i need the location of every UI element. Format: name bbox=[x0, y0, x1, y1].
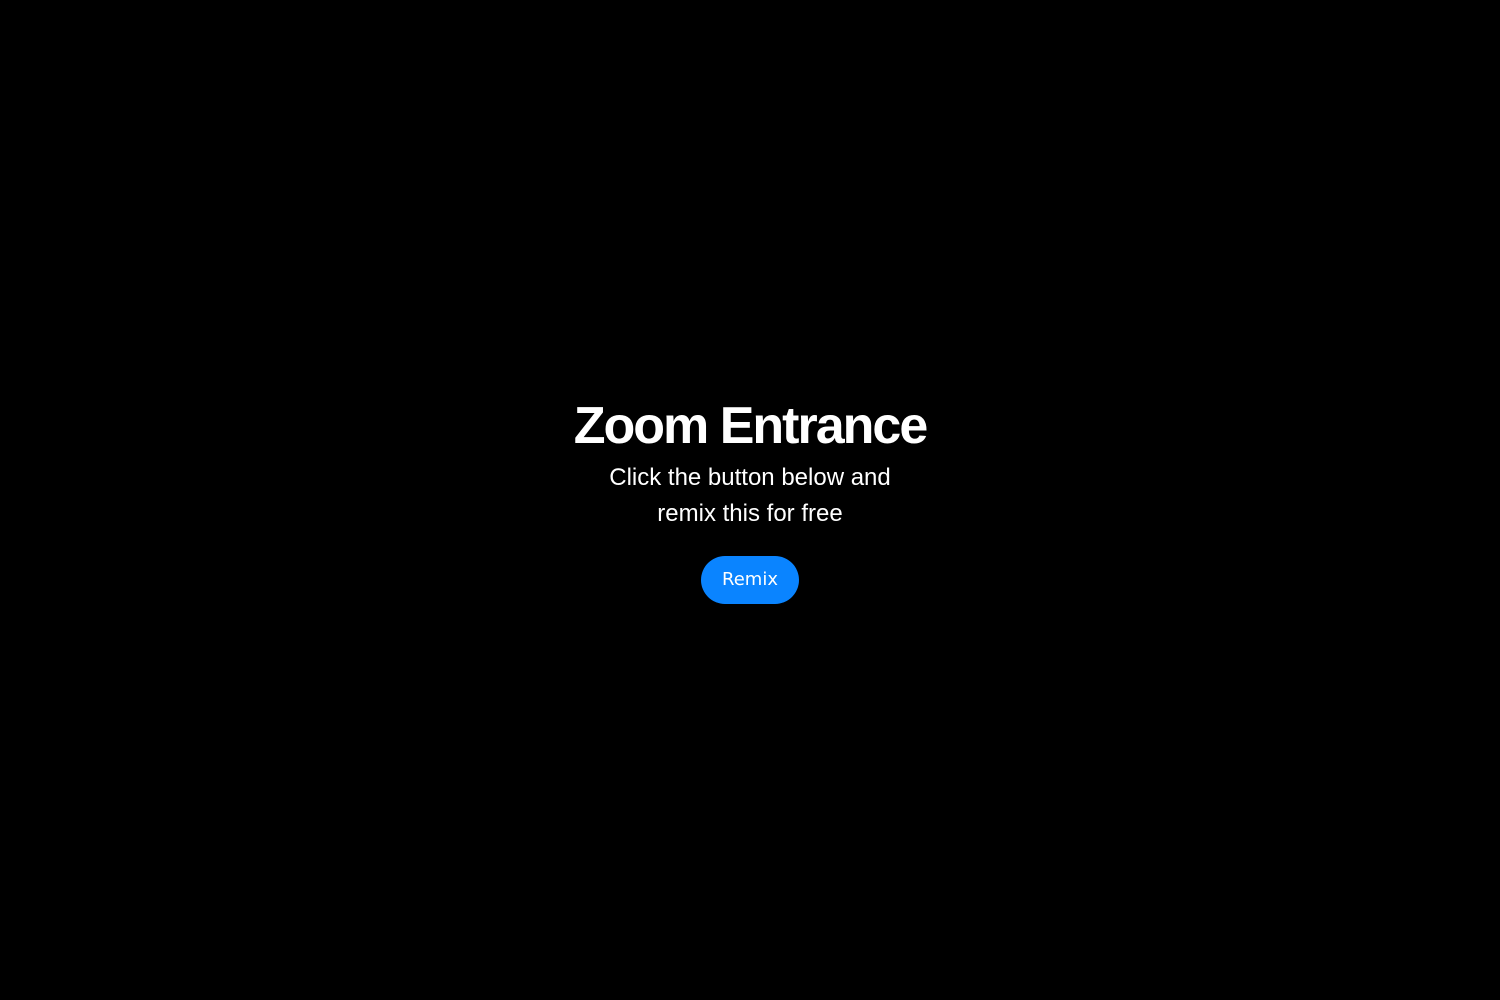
page-title: Zoom Entrance bbox=[573, 397, 928, 455]
hero-subtitle: Click the button below and remix this fo… bbox=[609, 464, 891, 527]
remix-button[interactable]: Remix bbox=[701, 556, 799, 604]
page-background: Zoom Entrance Click the button below and… bbox=[0, 0, 1500, 1000]
hero-section: Zoom Entrance Click the button below and… bbox=[0, 396, 1500, 604]
